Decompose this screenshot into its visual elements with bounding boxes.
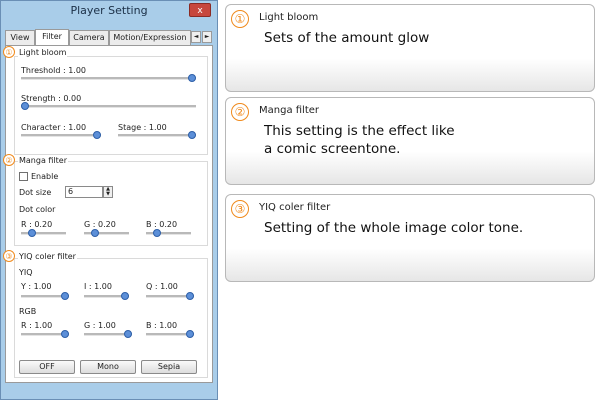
card-description-line: Sets of the amount glow [264,30,430,46]
manga-g-slider[interactable] [84,229,129,237]
slider-track [21,105,196,108]
slider-knob[interactable] [93,131,101,139]
slider-knob[interactable] [188,74,196,82]
rgb-g-slider[interactable] [84,330,132,338]
slider-knob[interactable] [124,330,132,338]
yiq-section-label: YIQ [19,268,33,277]
rgb-b-slider[interactable] [146,330,194,338]
card-description-line: a comic screentone. [264,141,401,157]
character-label: Character : 1.00 [21,123,87,132]
threshold-label: Threshold : 1.00 [21,66,87,75]
close-button[interactable]: x [189,3,211,17]
yiq-y-label: Y : 1.00 [21,282,52,291]
threshold-slider[interactable] [21,74,196,82]
info-card-yiq-filter: ③ YIQ coler filter Setting of the whole … [225,194,595,282]
slider-knob[interactable] [21,102,29,110]
slider-knob[interactable] [61,292,69,300]
tab-camera[interactable]: Camera [69,30,109,45]
info-card-manga-filter: ② Manga filter This setting is the effec… [225,97,595,185]
yiq-q-label: Q : 1.00 [146,282,178,291]
card-marker: ① [231,10,249,28]
dot-size-label: Dot size [19,188,52,197]
light-bloom-marker: ① [3,46,15,58]
rgb-section-label: RGB [19,307,37,316]
slider-knob[interactable] [121,292,129,300]
stage-slider[interactable] [118,131,196,139]
yiq-i-slider[interactable] [84,292,129,300]
light-bloom-title: Light bloom [18,48,68,57]
tab-filter[interactable]: Filter [35,29,69,45]
yiq-q-slider[interactable] [146,292,194,300]
card-description: This setting is the effect like a comic … [264,122,455,158]
strength-slider[interactable] [21,102,196,110]
sepia-button[interactable]: Sepia [141,360,197,374]
info-card-light-bloom: ① Light bloom Sets of the amount glow [225,4,595,92]
slider-knob[interactable] [28,229,37,237]
mono-button[interactable]: Mono [80,360,136,374]
rgb-b-label: B : 1.00 [146,321,178,330]
tab-strip: View Filter Camera Motion/Expression ◄ ► [5,29,213,45]
manga-filter-title: Manga filter [18,156,69,165]
yiq-filter-title: YIQ coler filter [18,252,77,261]
manga-b-label: B : 0.20 [146,220,178,229]
tab-motion-expression[interactable]: Motion/Expression [109,30,191,45]
card-description-line: This setting is the effect like [264,123,455,139]
dot-size-stepper[interactable]: ▲ ▼ [103,186,113,198]
tab-scroll-right-button[interactable]: ► [202,31,212,43]
tab-view[interactable]: View [5,30,35,45]
enable-checkbox[interactable] [19,172,28,181]
card-description: Sets of the amount glow [264,29,429,47]
window-title: Player Setting [70,4,148,17]
rgb-r-label: R : 1.00 [21,321,53,330]
character-slider[interactable] [21,131,101,139]
slider-track [21,134,101,137]
stage-label: Stage : 1.00 [118,123,167,132]
manga-g-label: G : 0.20 [84,220,116,229]
rgb-g-label: G : 1.00 [84,321,116,330]
yiq-i-label: I : 1.00 [84,282,112,291]
filter-panel: ① Light bloom Threshold : 1.00 Strength … [3,45,213,383]
player-setting-window: Player Setting x View Filter Camera Moti… [0,0,218,400]
card-marker: ③ [231,200,249,218]
manga-filter-marker: ② [3,154,15,166]
manga-r-label: R : 0.20 [21,220,53,229]
slider-track [21,77,196,80]
slider-knob[interactable] [188,131,196,139]
card-description-line: Setting of the whole image color tone. [264,220,524,236]
rgb-r-slider[interactable] [21,330,69,338]
yiq-y-slider[interactable] [21,292,69,300]
card-title: YIQ coler filter [259,202,331,213]
manga-b-slider[interactable] [146,229,191,237]
card-title: Manga filter [259,105,320,116]
manga-r-slider[interactable] [21,229,66,237]
card-marker: ② [231,103,249,121]
slider-knob[interactable] [186,292,194,300]
dot-size-input[interactable]: 6 [65,186,103,198]
enable-label: Enable [31,172,59,181]
card-description: Setting of the whole image color tone. [264,219,523,237]
slider-knob[interactable] [186,330,194,338]
slider-knob[interactable] [61,330,69,338]
slider-knob[interactable] [91,229,100,237]
card-title: Light bloom [259,12,319,23]
strength-label: Strength : 0.00 [21,94,82,103]
off-button[interactable]: OFF [19,360,75,374]
dot-color-label: Dot color [19,205,56,214]
slider-track [118,134,196,137]
yiq-filter-marker: ③ [3,250,15,262]
slider-knob[interactable] [153,229,162,237]
tab-scroll-left-button[interactable]: ◄ [191,31,201,43]
title-bar[interactable]: Player Setting x [1,1,217,21]
